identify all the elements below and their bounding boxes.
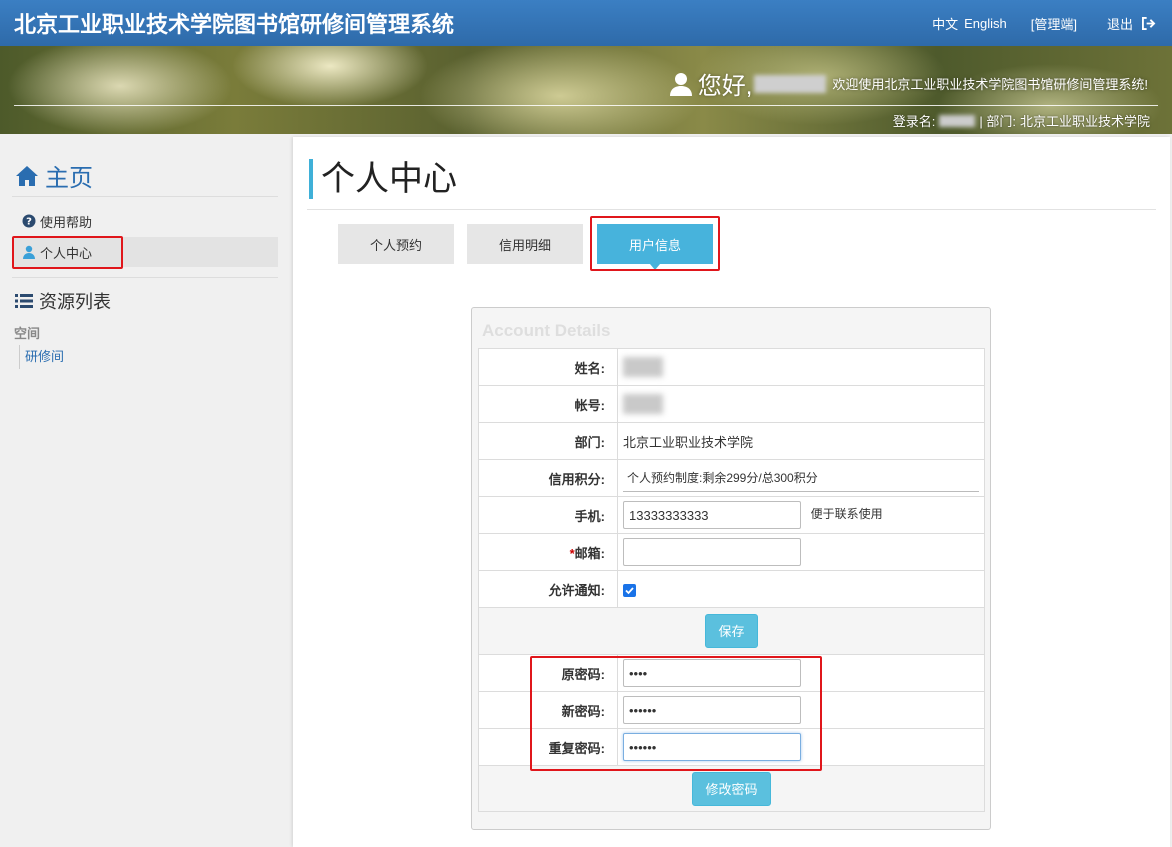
phone-label: 手机: (478, 496, 618, 534)
table-row: 部门: 北京工业职业技术学院 (478, 422, 985, 460)
table-row: 新密码: (478, 691, 985, 729)
table-row: 修改密码 (478, 765, 985, 812)
page-title: 个人中心 (309, 159, 457, 199)
home-icon (16, 165, 38, 186)
table-row: 原密码: (478, 654, 985, 692)
phone-hint: 便于联系使用 (810, 507, 883, 522)
app-title: 北京工业职业技术学院图书馆研修间管理系统 (14, 12, 455, 37)
sidebar-divider (12, 277, 278, 278)
svg-text:?: ? (26, 217, 32, 228)
account-details-table: 姓名: 帐号: 部门: 北京工业职业技术学院 信用积分: 个人预约制度:剩余29… (478, 348, 985, 812)
greeting-hello: 您好, (697, 73, 753, 100)
sidebar-home-label: 主页 (45, 165, 93, 192)
table-row: 允许通知: (478, 570, 985, 608)
table-row: 保存 (478, 607, 985, 655)
sidebar-home[interactable]: 主页 (15, 158, 93, 193)
repeat-password-label: 重复密码: (478, 728, 618, 766)
table-row: 手机: 便于联系使用 (478, 496, 985, 534)
new-password-input[interactable] (623, 696, 801, 724)
table-row: 帐号: (478, 385, 985, 423)
logout-link[interactable]: 退出 (1107, 14, 1156, 33)
sidebar-item-help[interactable]: ? 使用帮助 (12, 206, 278, 236)
user-icon (669, 72, 692, 96)
greeting: 您好, 欢迎使用北京工业职业技术学院图书馆研修间管理系统! (668, 66, 1148, 101)
table-row: *邮箱: (478, 533, 985, 571)
sidebar-item-study-room[interactable]: 研修间 (19, 345, 64, 369)
list-icon (15, 294, 33, 308)
dept-label: 部门: (478, 422, 618, 460)
sidebar-item-label: 使用帮助 (40, 214, 93, 230)
admin-link[interactable]: [管理端] (1031, 14, 1077, 33)
email-input[interactable] (623, 538, 801, 566)
phone-input[interactable] (623, 501, 801, 529)
lang-zh-link[interactable]: 中文 (932, 14, 958, 33)
sidebar-category: 空间 (14, 326, 41, 341)
email-label: 邮箱: (574, 545, 605, 561)
dept-label: | 部门: (979, 114, 1016, 129)
main-panel: 个人中心 个人预约 信用明细 用户信息 Account Details 姓名: … (293, 137, 1170, 847)
blurred-name (623, 357, 663, 377)
sidebar-resources[interactable]: 资源列表 (15, 288, 111, 314)
account-details-panel: Account Details 姓名: 帐号: 部门: 北京工业职业技术学院 信… (471, 307, 991, 830)
lang-en-link[interactable]: English (964, 16, 1007, 31)
logout-icon (1142, 16, 1156, 30)
user-icon (23, 245, 35, 259)
new-password-label: 新密码: (478, 691, 618, 729)
credit-value: 个人预约制度:剩余299分/总300积分 (623, 464, 979, 492)
notify-checkbox[interactable] (623, 583, 636, 597)
sidebar: 主页 ? 使用帮助 个人中心 资源列表 空间 研修间 (0, 134, 292, 847)
table-row: 重复密码: (478, 728, 985, 766)
notify-label: 允许通知: (478, 570, 618, 608)
tab-credit-details[interactable]: 信用明细 (467, 224, 583, 264)
blurred-account (623, 394, 663, 414)
repeat-password-input[interactable] (623, 733, 801, 761)
tab-reservations[interactable]: 个人预约 (338, 224, 454, 264)
sidebar-item-label: 个人中心 (40, 245, 93, 261)
dept-value: 北京工业职业技术学院 (1019, 114, 1150, 129)
old-password-label: 原密码: (478, 654, 618, 692)
table-row: 姓名: (478, 348, 985, 386)
blurred-username (754, 74, 827, 93)
welcome-text: 欢迎使用北京工业职业技术学院图书馆研修间管理系统! (832, 77, 1148, 92)
old-password-input[interactable] (623, 659, 801, 687)
dept-value: 北京工业职业技术学院 (617, 422, 985, 460)
logout-label: 退出 (1106, 16, 1133, 32)
table-row: 信用积分: 个人预约制度:剩余299分/总300积分 (478, 459, 985, 497)
sidebar-divider (12, 196, 278, 197)
sidebar-item-personal-center[interactable]: 个人中心 (12, 237, 278, 267)
credit-label: 信用积分: (478, 459, 618, 497)
header-banner: 您好, 欢迎使用北京工业职业技术学院图书馆研修间管理系统! 登录名: | 部门:… (0, 46, 1172, 134)
login-info: 登录名: | 部门: 北京工业职业技术学院 (893, 111, 1150, 130)
blurred-login-name (939, 114, 976, 127)
account-label: 帐号: (478, 385, 618, 423)
change-password-button[interactable]: 修改密码 (692, 771, 771, 806)
name-label: 姓名: (478, 348, 618, 386)
banner-divider (14, 105, 1158, 106)
top-navbar: 北京工业职业技术学院图书馆研修间管理系统 中文 English [管理端] 退出 (0, 0, 1172, 46)
top-nav-links: 中文 English [管理端] 退出 (932, 0, 1172, 46)
check-icon (625, 586, 634, 594)
save-button[interactable]: 保存 (705, 614, 758, 648)
tab-user-info[interactable]: 用户信息 (597, 224, 713, 270)
sidebar-resources-label: 资源列表 (39, 292, 111, 312)
account-details-header: Account Details (482, 321, 611, 340)
login-name-label: 登录名: (892, 114, 936, 129)
title-divider (307, 209, 1156, 210)
question-circle-icon: ? (22, 214, 36, 228)
